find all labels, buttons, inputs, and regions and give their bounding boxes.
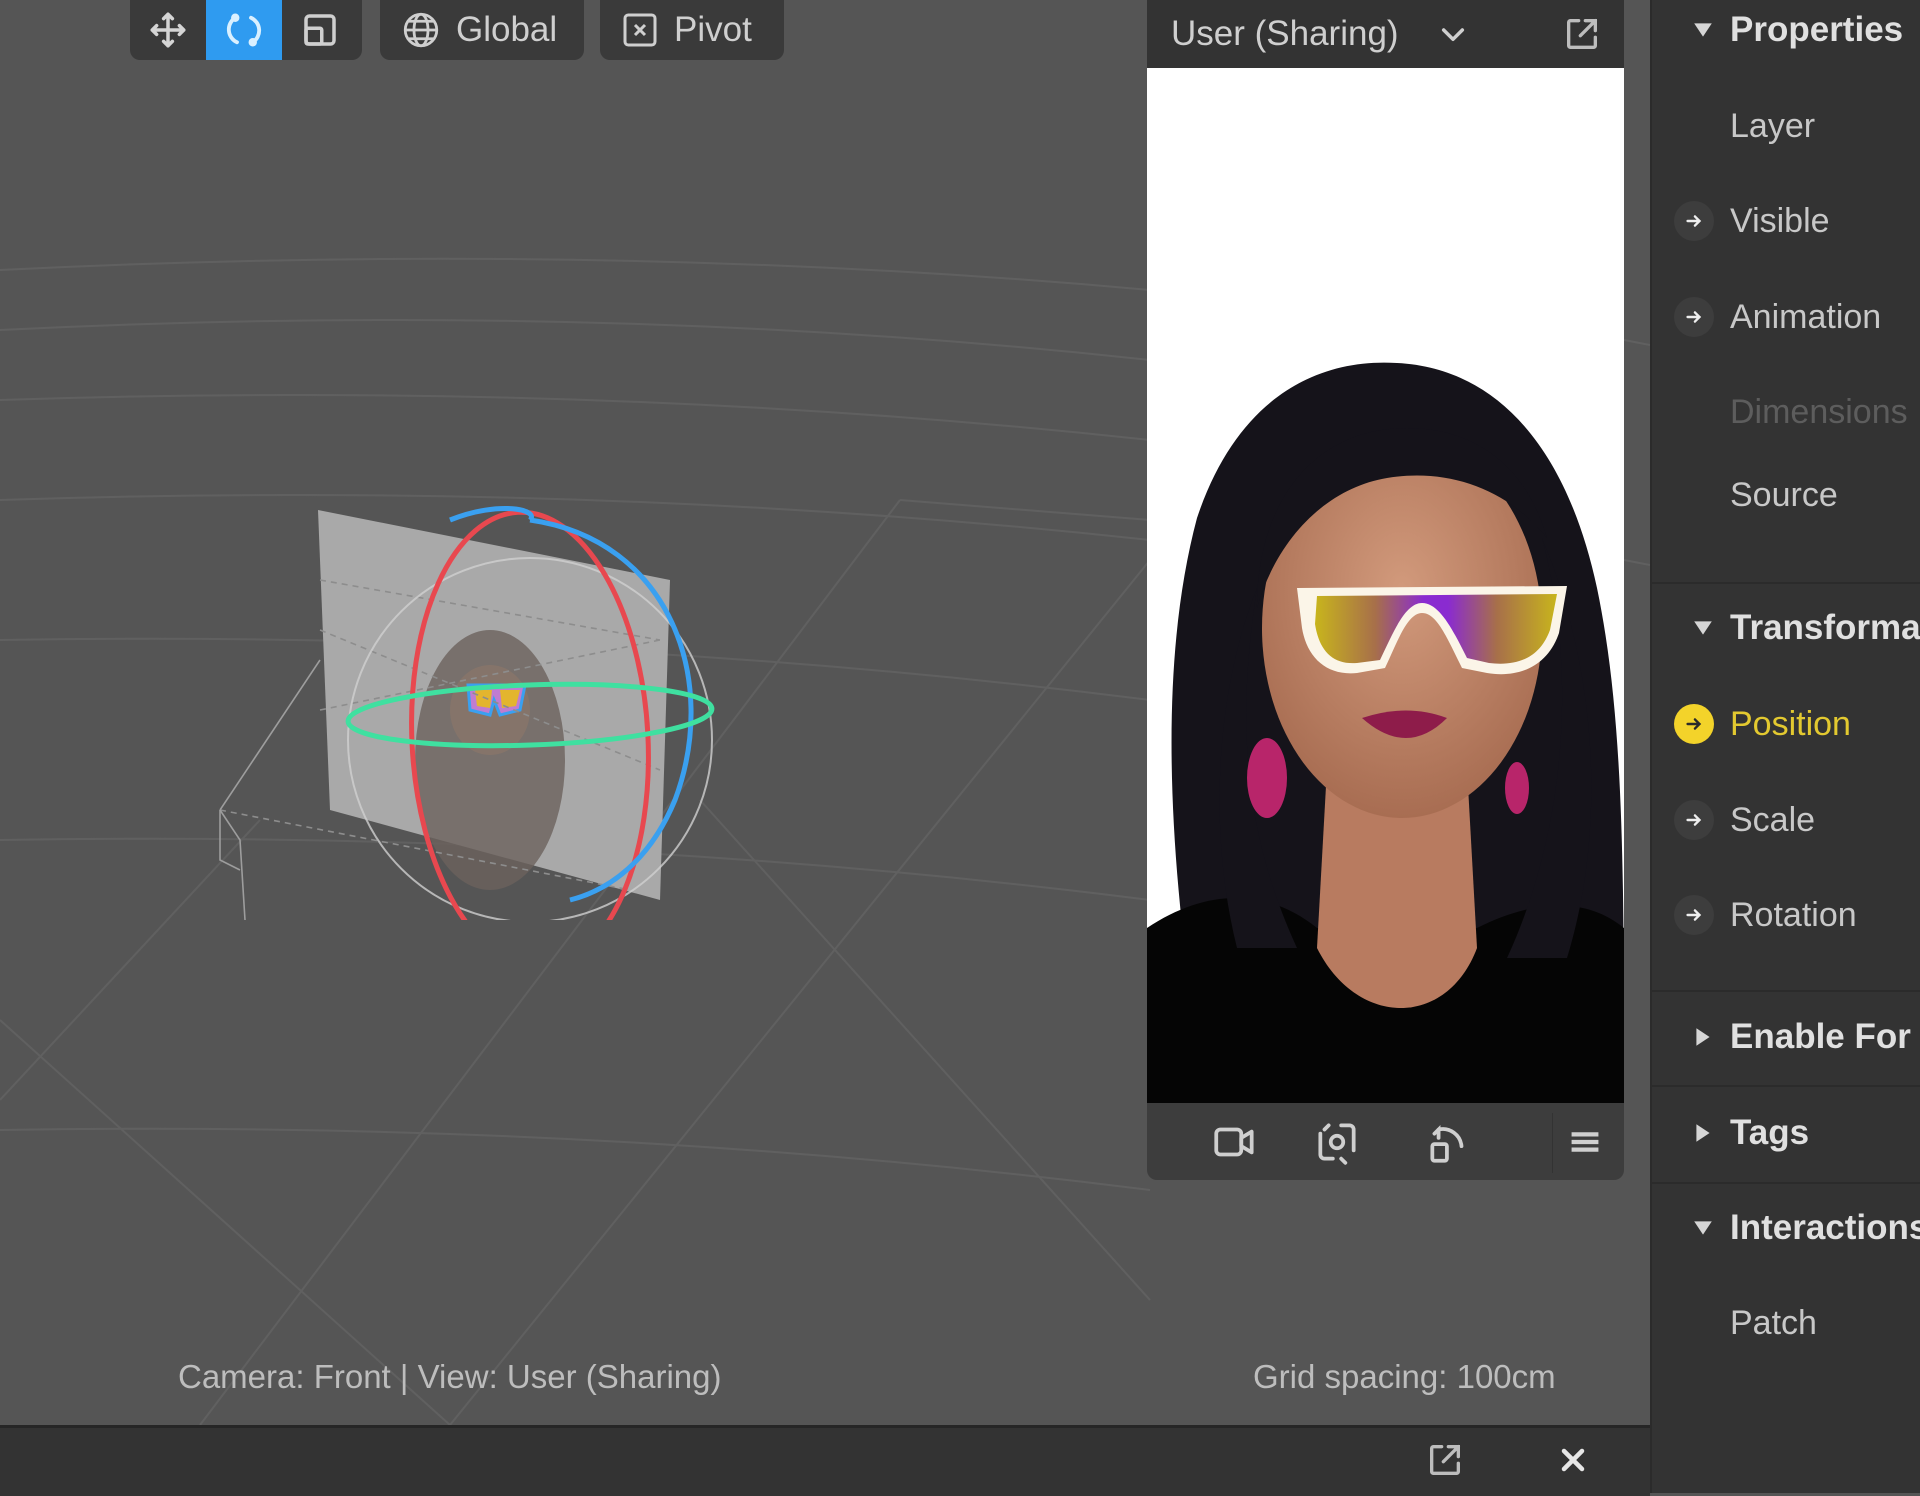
section-title: Enable For xyxy=(1730,1017,1911,1056)
patch-arrow-icon[interactable] xyxy=(1674,201,1714,241)
property-row-rotation[interactable]: Rotation xyxy=(1652,885,1920,945)
section-header-properties[interactable]: Properties xyxy=(1652,0,1920,60)
caret-down-icon xyxy=(1694,23,1712,37)
pivot-toggle-button[interactable]: Pivot xyxy=(600,0,784,60)
move-tool-button[interactable] xyxy=(130,0,206,60)
section-divider xyxy=(1652,1182,1920,1184)
property-label: Rotation xyxy=(1730,895,1857,934)
patch-arrow-icon[interactable] xyxy=(1674,297,1714,337)
section-header-tags[interactable]: Tags xyxy=(1652,1103,1920,1163)
property-label: Patch xyxy=(1730,1303,1817,1342)
property-label: Dimensions xyxy=(1730,392,1908,431)
section-title: Properties xyxy=(1730,10,1904,49)
scale-tool-button[interactable] xyxy=(282,0,358,60)
bottom-panel-bar xyxy=(0,1425,1650,1496)
property-label: Visible xyxy=(1730,201,1830,240)
preview-header: User (Sharing) xyxy=(1147,0,1624,68)
property-row-dimensions: Dimensions xyxy=(1652,382,1920,442)
patch-arrow-icon[interactable] xyxy=(1674,704,1714,744)
caret-right-icon xyxy=(1696,1028,1710,1046)
move-icon xyxy=(150,12,186,48)
patch-arrow-icon[interactable] xyxy=(1674,895,1714,935)
video-camera-icon[interactable] xyxy=(1210,1117,1260,1167)
property-label: Position xyxy=(1730,704,1851,743)
selected-object-gizmo[interactable] xyxy=(200,480,750,920)
pivot-toggle-label: Pivot xyxy=(674,10,752,49)
grid-spacing-status: Grid spacing: 100cm xyxy=(1253,1358,1556,1395)
rotate-tool-button[interactable] xyxy=(206,0,282,60)
section-divider xyxy=(1652,990,1920,992)
property-row-scale[interactable]: Scale xyxy=(1652,790,1920,850)
hamburger-icon[interactable] xyxy=(1562,1117,1608,1167)
preview-footer xyxy=(1147,1103,1624,1180)
property-label: Layer xyxy=(1730,106,1816,145)
space-toggle-button[interactable]: Global xyxy=(380,0,584,60)
rotate-device-icon[interactable] xyxy=(1424,1117,1474,1167)
preview-view-select[interactable]: User (Sharing) xyxy=(1171,14,1399,54)
property-label: Animation xyxy=(1730,297,1882,336)
section-divider xyxy=(1652,1085,1920,1087)
section-header-transformations[interactable]: Transformations xyxy=(1652,598,1920,658)
caret-down-icon xyxy=(1694,621,1712,635)
property-label: Scale xyxy=(1730,800,1816,839)
preview-camera-feed xyxy=(1147,68,1624,1103)
property-row-source[interactable]: Source xyxy=(1652,465,1920,525)
section-divider xyxy=(1652,582,1920,584)
property-row-position[interactable]: Position xyxy=(1652,694,1920,754)
simulator-preview-panel: User (Sharing) xyxy=(1147,0,1624,1180)
chevron-down-icon[interactable] xyxy=(1437,18,1469,50)
section-header-interactions[interactable]: Interactions xyxy=(1652,1198,1920,1258)
property-row-patch[interactable]: Patch xyxy=(1652,1293,1920,1353)
person-with-ar-glasses xyxy=(1147,362,1624,1103)
rotate-icon xyxy=(226,13,262,47)
popout-icon[interactable] xyxy=(1425,1440,1465,1480)
property-row-layer[interactable]: Layer xyxy=(1652,96,1920,156)
popout-icon[interactable] xyxy=(1562,14,1602,54)
section-header-enable-for[interactable]: Enable For xyxy=(1652,1007,1920,1067)
footer-divider xyxy=(1552,1113,1553,1173)
property-label: Source xyxy=(1730,475,1838,514)
camera-switch-icon[interactable] xyxy=(1312,1117,1362,1167)
globe-icon xyxy=(403,12,439,48)
property-row-visible[interactable]: Visible xyxy=(1652,191,1920,251)
caret-down-icon xyxy=(1694,1221,1712,1235)
section-title: Transformations xyxy=(1730,608,1920,647)
patch-arrow-icon[interactable] xyxy=(1674,800,1714,840)
section-title: Interactions xyxy=(1730,1208,1920,1247)
property-row-animation[interactable]: Animation xyxy=(1652,287,1920,347)
caret-right-icon xyxy=(1696,1124,1710,1142)
close-icon[interactable] xyxy=(1555,1442,1591,1478)
section-title: Tags xyxy=(1730,1113,1810,1152)
transform-tool-group xyxy=(130,0,362,60)
scale-icon xyxy=(304,14,336,46)
properties-inspector: Properties Layer Visible Animation Dimen… xyxy=(1650,0,1920,1493)
space-toggle-label: Global xyxy=(456,10,558,49)
camera-view-status: Camera: Front | View: User (Sharing) xyxy=(178,1358,722,1395)
pivot-box-icon xyxy=(623,13,657,47)
